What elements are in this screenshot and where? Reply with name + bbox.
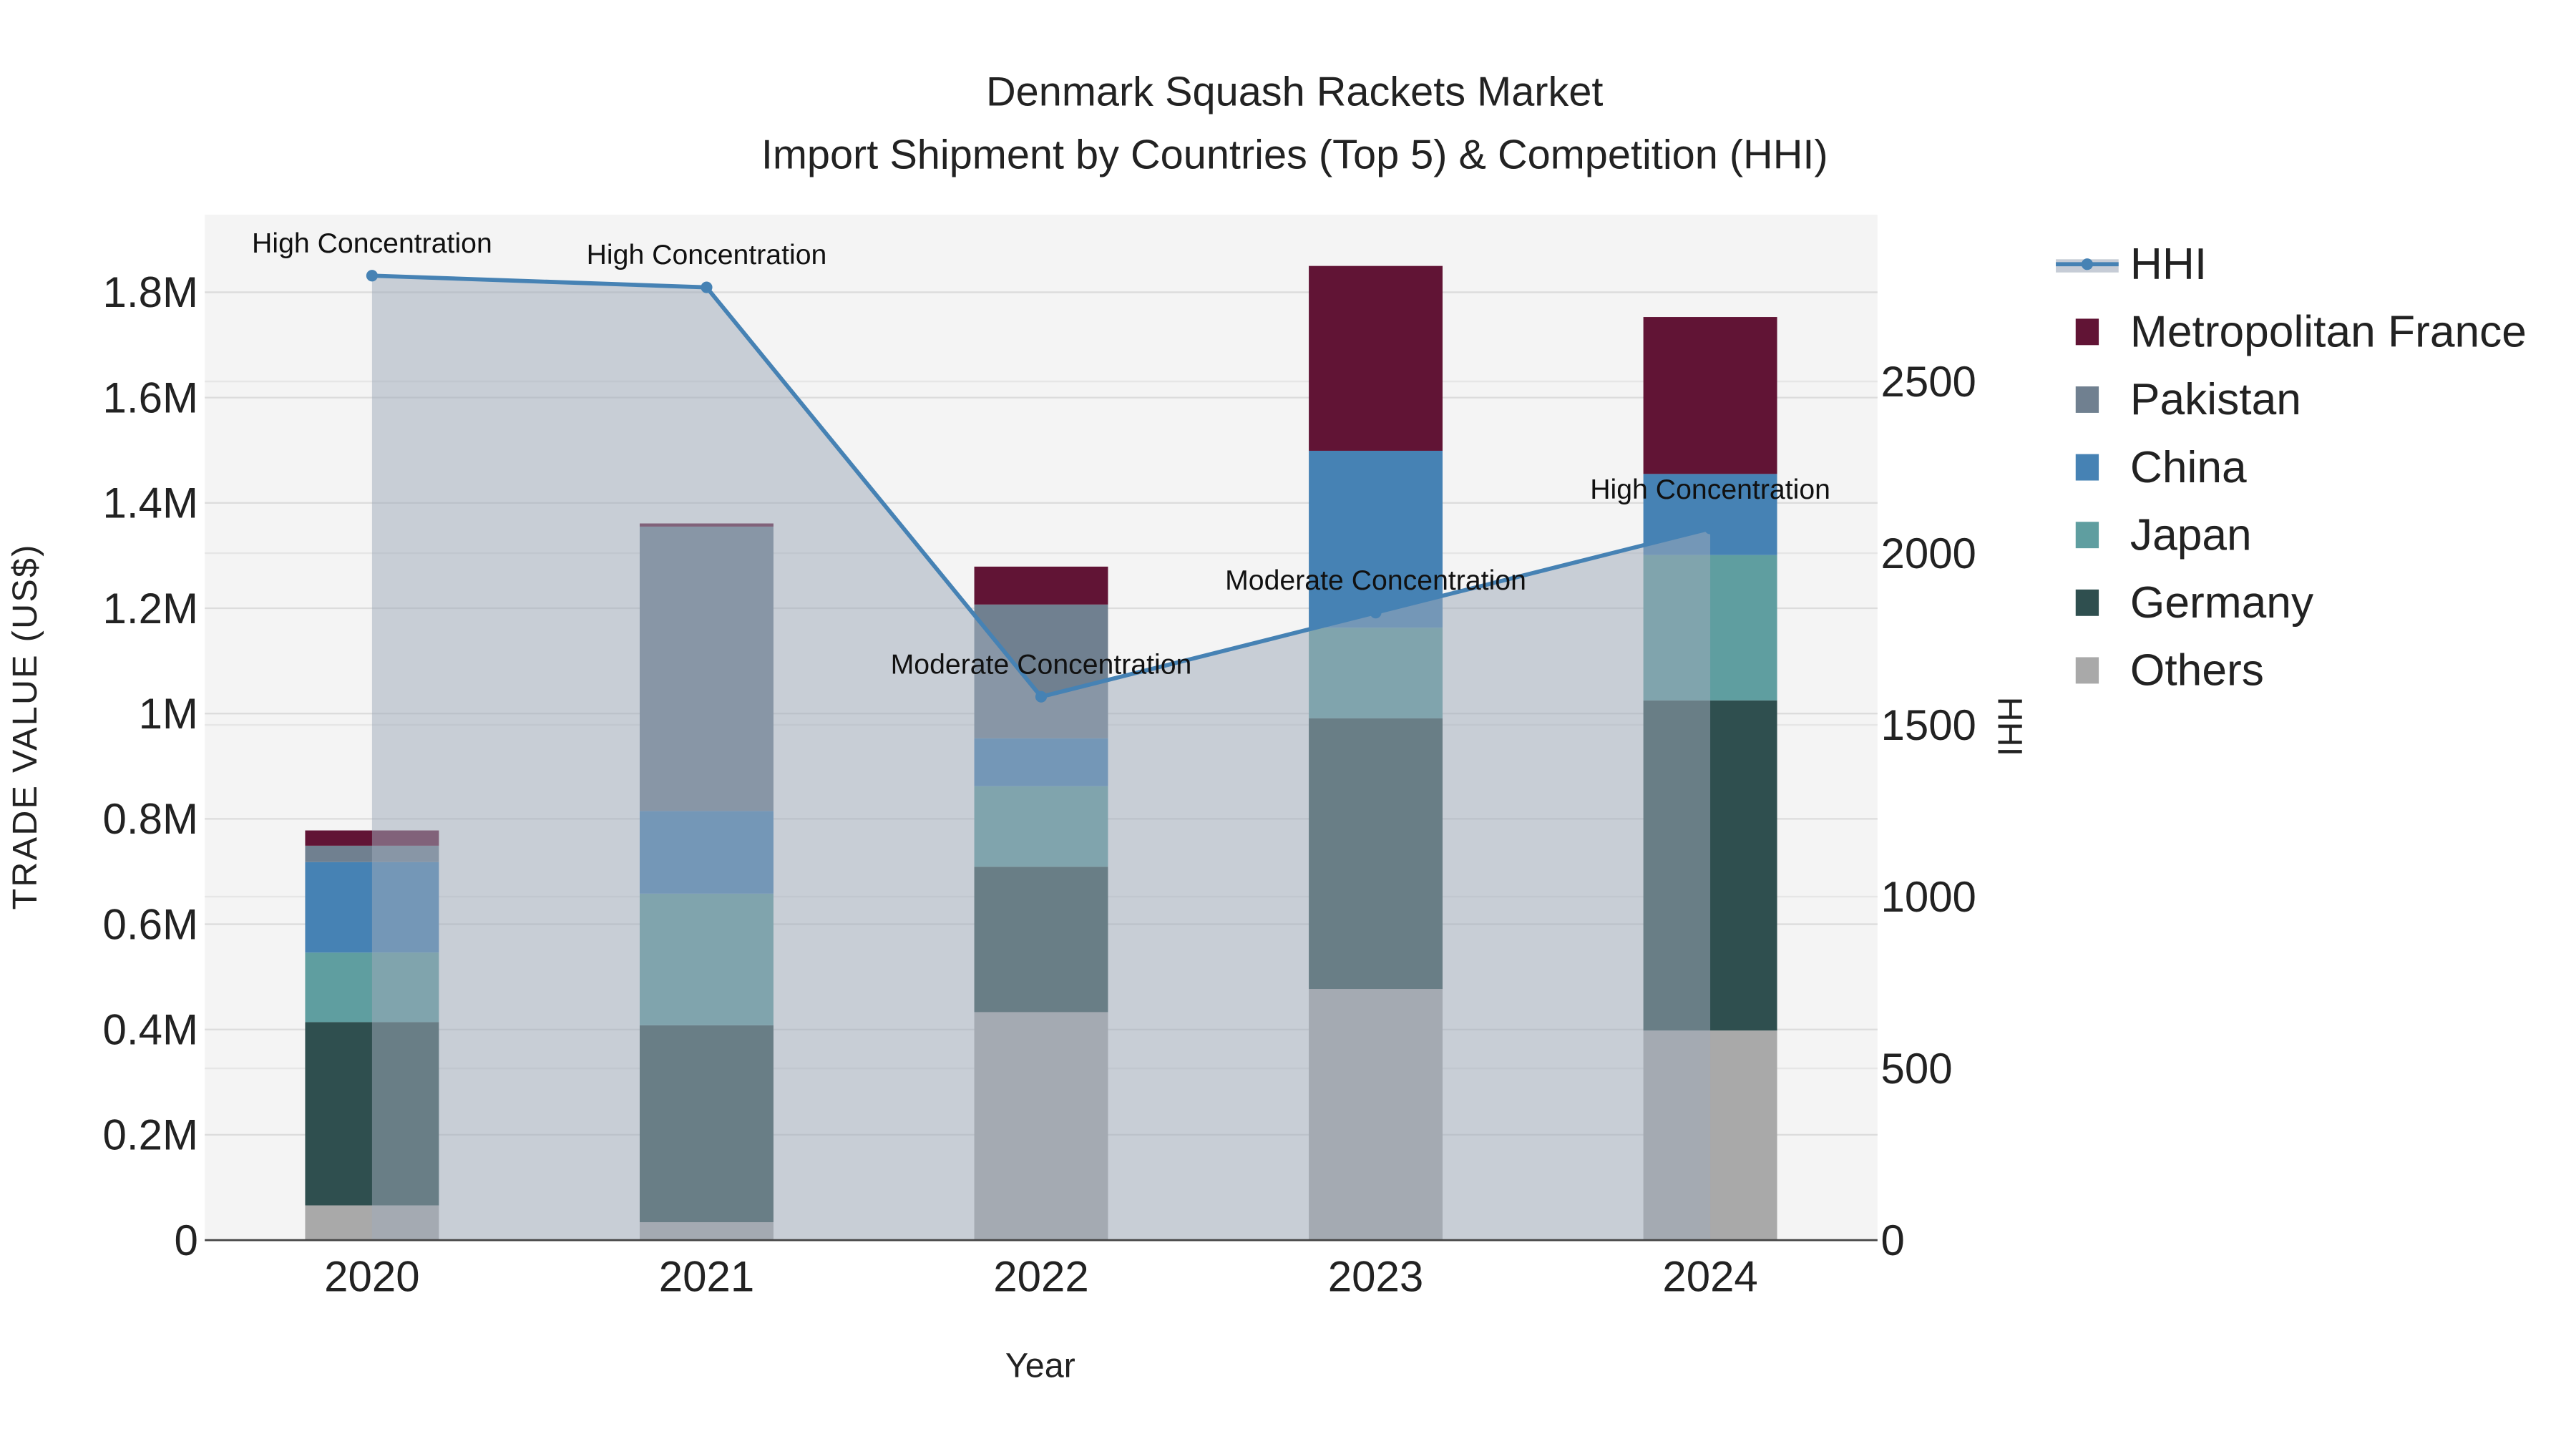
legend-label: Germany — [2130, 578, 2314, 628]
x-tick-label: 2021 — [659, 1253, 754, 1301]
y-tick-label: 0.4M — [103, 1005, 198, 1053]
x-tick-label: 2022 — [993, 1253, 1088, 1301]
chart-title: Denmark Squash Rackets Market — [986, 69, 1603, 115]
y2-tick-label: 0 — [1880, 1216, 1904, 1264]
y2-tick-label: 1500 — [1880, 701, 1976, 749]
hhi-annotation: High Concentration — [587, 239, 827, 270]
legend-swatch-others — [2075, 657, 2099, 684]
x-tick-label: 2023 — [1328, 1253, 1423, 1301]
y-tick-label: 0 — [175, 1216, 198, 1264]
y-tick-label: 0.6M — [103, 900, 198, 948]
legend-label: Others — [2130, 646, 2264, 696]
legend-swatch-japan — [2075, 522, 2099, 549]
x-tick-label: 2024 — [1662, 1253, 1757, 1301]
legend-swatch-pakistan — [2075, 386, 2099, 413]
y2-tick-label: 2000 — [1880, 530, 1976, 577]
hhi-annotation: Moderate Concentration — [1225, 565, 1526, 596]
legend-label: HHI — [2130, 240, 2207, 289]
y-tick-label: 1M — [139, 690, 198, 738]
hhi-point-2022 — [1035, 691, 1048, 703]
legend-label: China — [2130, 443, 2247, 492]
legend-label: Japan — [2130, 510, 2252, 560]
hhi-annotation: High Concentration — [1590, 474, 1830, 505]
legend-label: Pakistan — [2130, 375, 2301, 424]
legend-label: Metropolitan France — [2130, 308, 2527, 357]
y-tick-label: 1.8M — [103, 268, 198, 316]
y-tick-label: 1.4M — [103, 479, 198, 527]
x-tick-label: 2020 — [324, 1253, 419, 1301]
y2-tick-label: 1000 — [1880, 873, 1976, 921]
y2-tick-label: 500 — [1880, 1045, 1952, 1093]
bar-metropolitan-france-2024 — [1643, 317, 1777, 474]
chart-subtitle: Import Shipment by Countries (Top 5) & C… — [761, 132, 1828, 177]
legend: HHI Metropolitan France Pakistan China Japan… — [2056, 240, 2527, 696]
x-axis-title: Year — [1005, 1347, 1075, 1385]
y-tick-label: 1.2M — [103, 585, 198, 633]
y-tick-label: 1.6M — [103, 374, 198, 421]
hhi-annotation: Moderate Concentration — [891, 648, 1192, 680]
legend-swatch-china — [2075, 454, 2099, 481]
y-axis-title: TRADE VALUE (US$) — [6, 543, 44, 909]
legend-swatch-germany — [2075, 589, 2099, 616]
legend-swatch-metropolitan-france — [2075, 318, 2099, 346]
hhi-point-2024 — [1704, 522, 1717, 535]
hhi-point-2023 — [1370, 607, 1382, 619]
hhi-point-2021 — [701, 281, 713, 293]
y-tick-label: 0.2M — [103, 1111, 198, 1159]
chart: Denmark Squash Rackets Market Import Shi… — [6, 69, 2527, 1385]
y2-axis-title: HHI — [1990, 697, 2029, 756]
bar-metropolitan-france-2022 — [974, 566, 1108, 605]
legend-swatch-hhi-marker — [2081, 258, 2093, 270]
hhi-point-2020 — [366, 270, 378, 282]
hhi-annotation: High Concentration — [252, 228, 492, 259]
y-tick-label: 0.8M — [103, 795, 198, 843]
y2-tick-label: 2500 — [1880, 358, 1976, 406]
bar-metropolitan-france-2023 — [1309, 265, 1443, 451]
